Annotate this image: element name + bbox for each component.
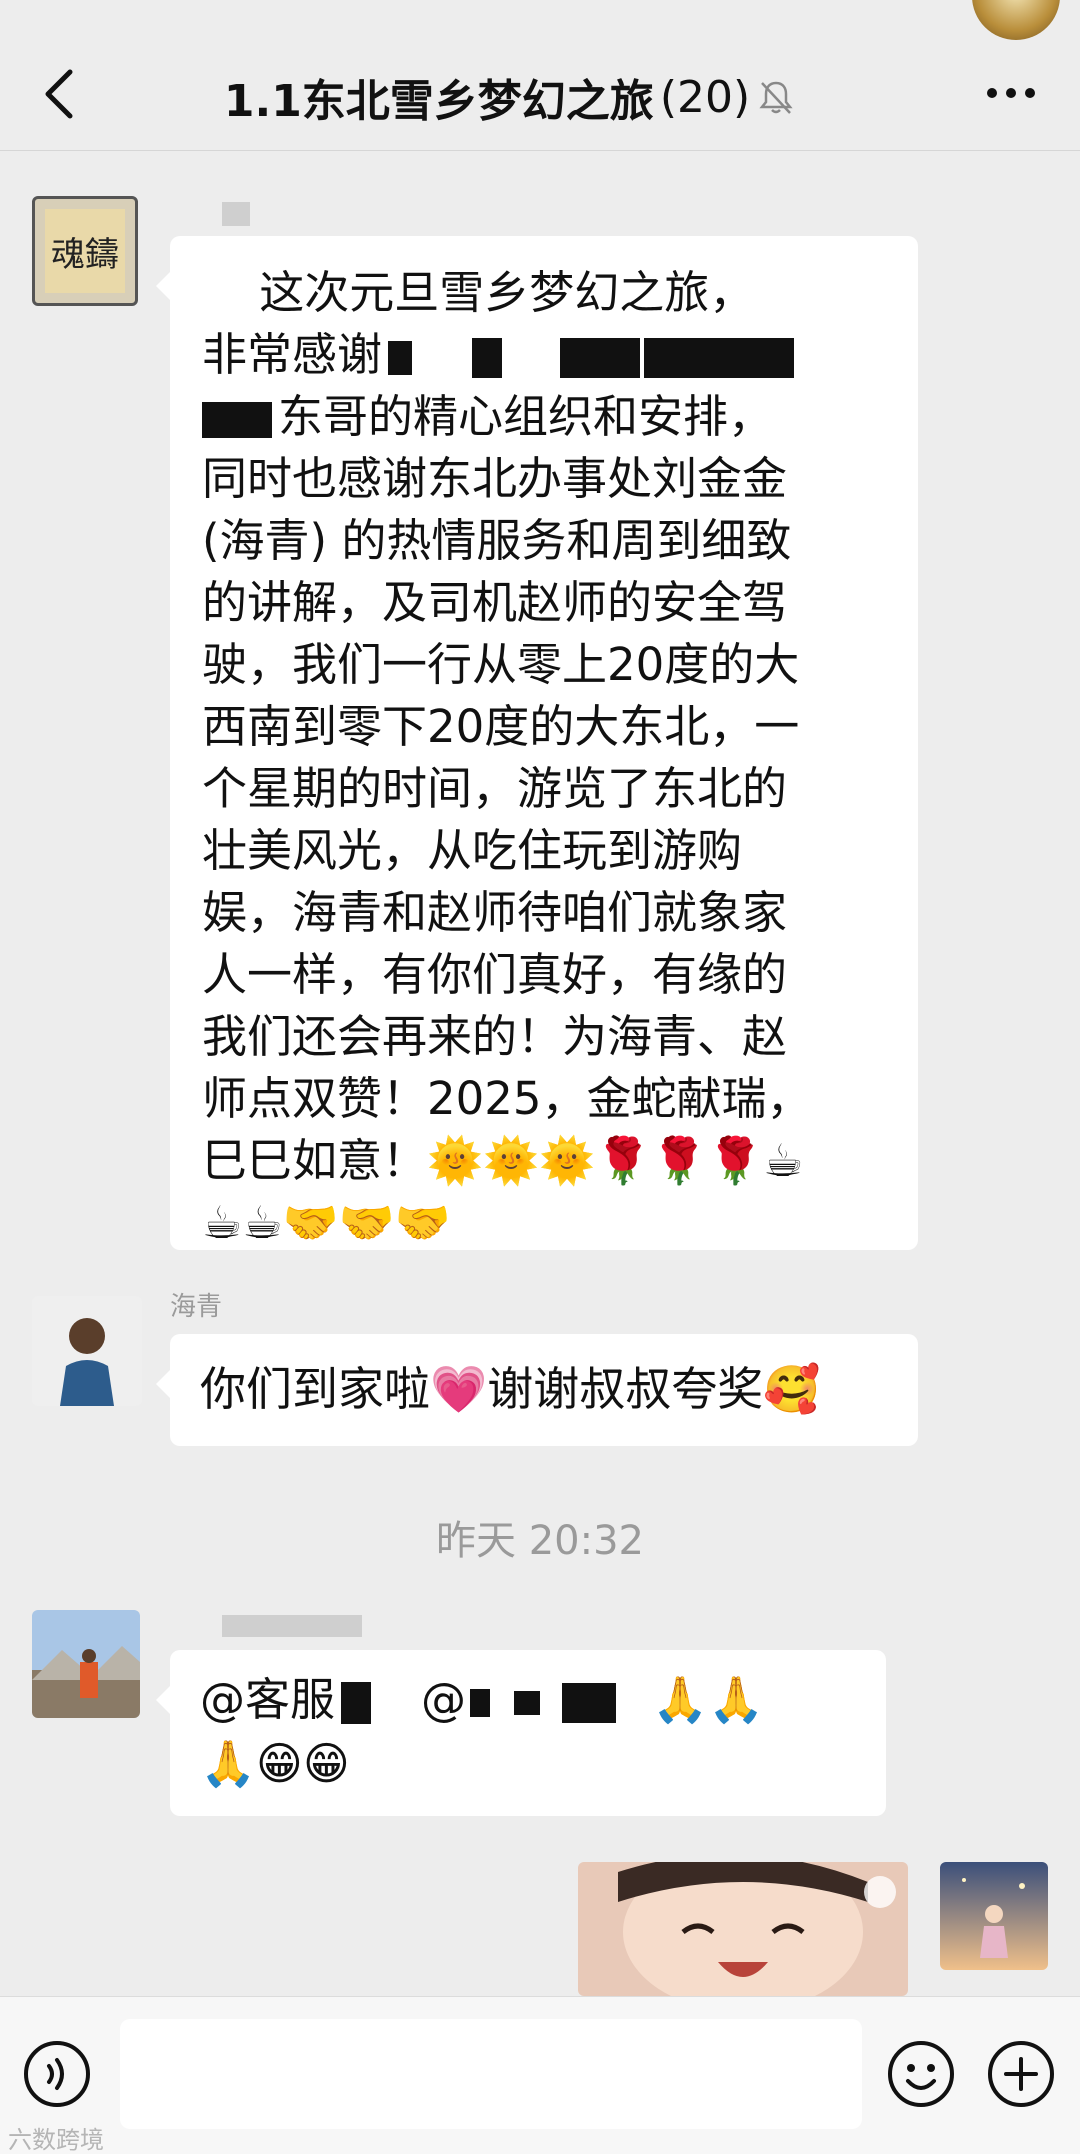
message-line: 的讲解，及司机赵师的安全驾 bbox=[202, 576, 788, 629]
message-line: 人一样，有你们真好，有缘的 bbox=[202, 948, 788, 1001]
anime-avatar-icon bbox=[940, 1862, 1048, 1970]
redaction bbox=[341, 1682, 372, 1724]
more-icon bbox=[987, 88, 1035, 98]
message-line: 非常感谢 bbox=[202, 324, 892, 386]
message-line: 个星期的时间，游览了东北的 bbox=[202, 762, 788, 815]
message-line: @客服 @ 🙏🙏 bbox=[200, 1673, 765, 1726]
chat-screen: 1.1东北雪乡梦幻之旅 (20) 魂鑄 这次元旦雪乡梦幻之旅， 非常感谢 东哥的… bbox=[0, 0, 1080, 2154]
redaction bbox=[562, 1683, 617, 1723]
message-text: 你们到家啦💗谢谢叔叔夸奖🥰 bbox=[200, 1362, 821, 1416]
plus-icon bbox=[988, 2041, 1054, 2107]
voice-icon bbox=[24, 2041, 90, 2107]
redaction bbox=[560, 338, 641, 378]
person-avatar-icon bbox=[32, 1296, 142, 1406]
message-line: 西南到零下20度的大东北，一 bbox=[202, 700, 800, 753]
watermark: 六数跨境 bbox=[8, 2126, 104, 2154]
child-photo-image bbox=[578, 1862, 908, 1996]
voice-button[interactable] bbox=[22, 2039, 92, 2109]
own-avatar[interactable] bbox=[940, 1862, 1048, 1970]
message-line: 娱，海青和赵师待咱们就象家 bbox=[202, 886, 788, 939]
message-line: (海青) 的热情服务和周到细致 bbox=[202, 514, 792, 567]
more-button[interactable] bbox=[984, 78, 1038, 108]
message-line: 巳巳如意！🌞🌞🌞🌹🌹🌹☕ bbox=[202, 1134, 804, 1187]
redaction bbox=[388, 341, 413, 375]
message-line: 🙏😁😁 bbox=[200, 1737, 350, 1790]
image-message[interactable] bbox=[578, 1862, 908, 1996]
sender-name: 海青 bbox=[170, 1292, 223, 1322]
member-count: (20) bbox=[659, 71, 751, 123]
top-avatar bbox=[972, 0, 1060, 40]
message-line: 驶，我们一行从零上20度的大 bbox=[202, 638, 800, 691]
message-bubble[interactable]: @客服 @ 🙏🙏 🙏😁😁 bbox=[156, 1650, 886, 1816]
chat-title-text: 1.1东北雪乡梦幻之旅 bbox=[223, 76, 654, 127]
redaction bbox=[514, 1691, 541, 1715]
smiley-icon bbox=[888, 2041, 954, 2107]
message-timestamp: 昨天 20:32 bbox=[436, 1518, 644, 1564]
chevron-left-icon bbox=[45, 69, 73, 119]
avatar-calligraphy: 魂鑄 bbox=[45, 209, 125, 293]
redaction bbox=[644, 338, 795, 378]
input-bar bbox=[0, 1996, 1080, 2154]
message-input[interactable] bbox=[120, 2019, 862, 2129]
message-line: 师点双赞！2025，金蛇献瑞， bbox=[202, 1072, 812, 1125]
avatar[interactable] bbox=[32, 1610, 140, 1718]
plus-button[interactable] bbox=[986, 2039, 1056, 2109]
message-line: 壮美风光，从吃住玩到游购 bbox=[202, 824, 743, 877]
redaction bbox=[222, 201, 250, 226]
landscape-avatar-icon bbox=[32, 1610, 140, 1718]
message-bubble[interactable]: 这次元旦雪乡梦幻之旅， 非常感谢 东哥的精心组织和安排， 同时也感谢东北办事处刘… bbox=[156, 236, 918, 1250]
back-button[interactable] bbox=[36, 64, 80, 124]
message-bubble[interactable]: 你们到家啦💗谢谢叔叔夸奖🥰 bbox=[156, 1334, 918, 1446]
sender-name-redacted bbox=[222, 1610, 362, 1640]
message-line: 东哥的精心组织和安排， bbox=[202, 386, 892, 448]
message-line: 我们还会再来的！为海青、赵 bbox=[202, 1010, 788, 1063]
bell-muted-icon bbox=[759, 81, 793, 114]
message-line: 同时也感谢东北办事处刘金金 bbox=[202, 452, 788, 505]
emoji-button[interactable] bbox=[886, 2039, 956, 2109]
redaction bbox=[222, 1614, 362, 1637]
redaction bbox=[202, 402, 272, 438]
chat-title: 1.1东北雪乡梦幻之旅 (20) bbox=[180, 62, 840, 132]
chat-header: 1.1东北雪乡梦幻之旅 (20) bbox=[0, 0, 1080, 151]
redaction bbox=[470, 1689, 491, 1717]
avatar[interactable] bbox=[32, 1296, 142, 1406]
message-line: ☕☕🤝🤝🤝 bbox=[202, 1196, 451, 1249]
redaction bbox=[472, 338, 503, 378]
message-line: 这次元旦雪乡梦幻之旅， bbox=[202, 266, 755, 319]
avatar[interactable]: 魂鑄 bbox=[32, 196, 138, 306]
sender-name-redacted bbox=[222, 198, 250, 228]
